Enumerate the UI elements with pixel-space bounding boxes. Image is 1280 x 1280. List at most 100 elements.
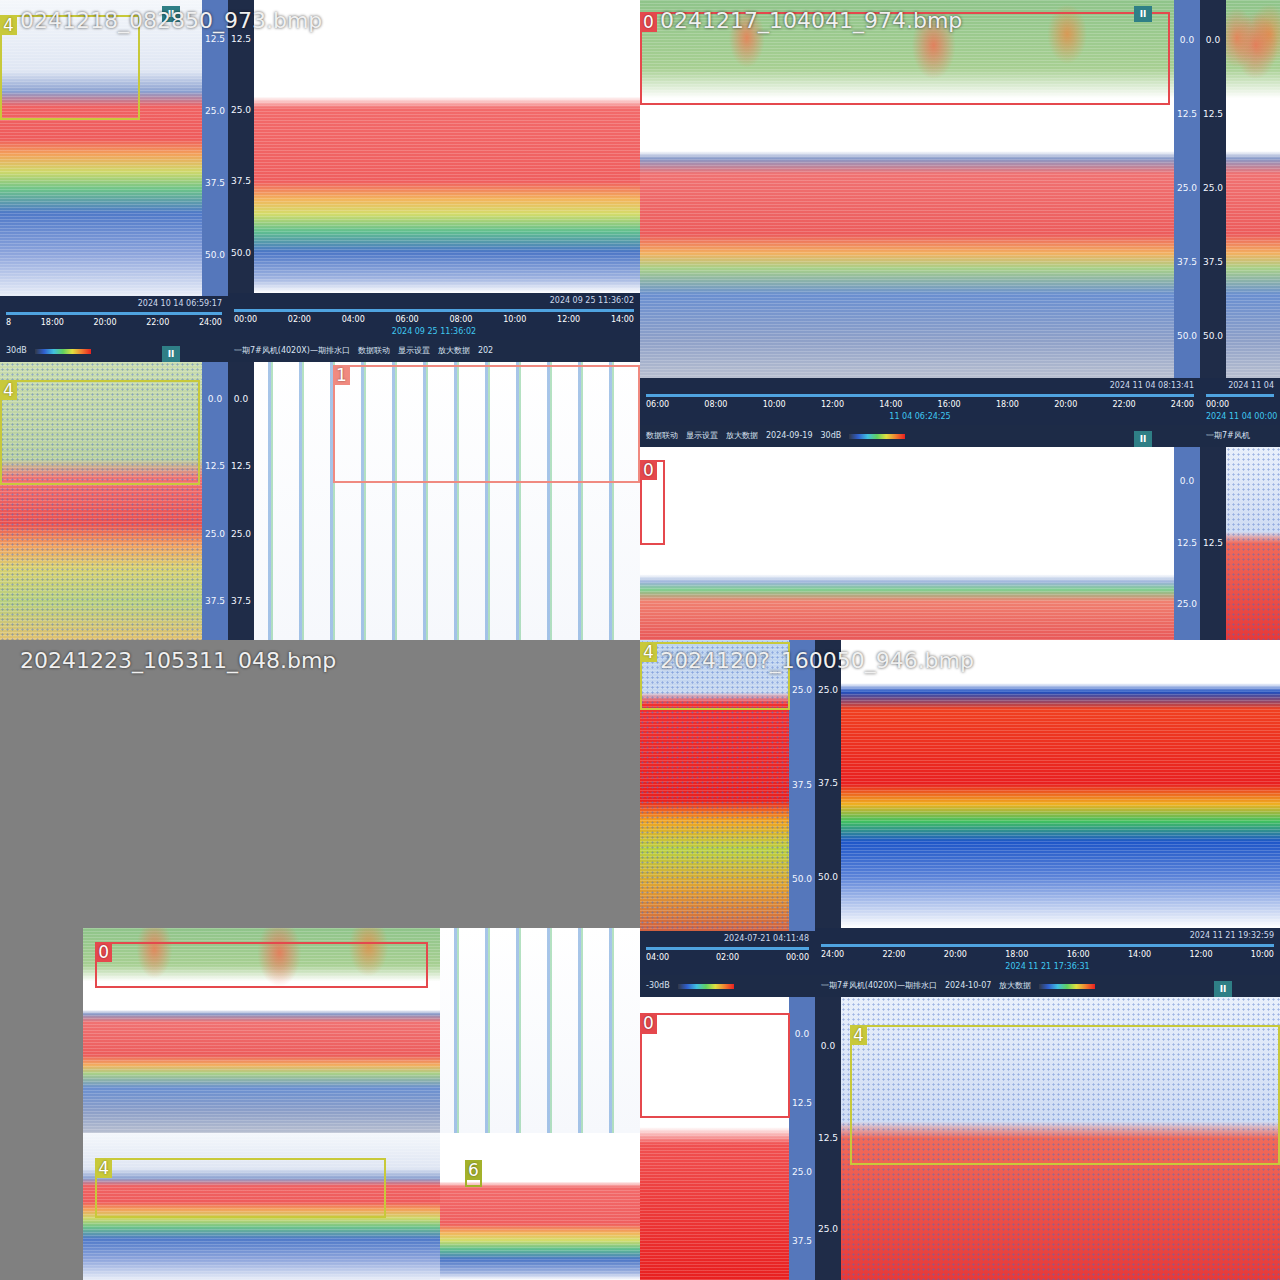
axis-tick: 37.5 bbox=[205, 179, 225, 189]
axis-tick: 25.0 bbox=[205, 530, 225, 540]
echogram-tile: 0.012.525.037.550.02024 11 0400:002024 1… bbox=[1200, 0, 1280, 425]
echogram-tile: 6 bbox=[440, 1133, 640, 1280]
toolbar-item[interactable]: 30dB bbox=[821, 431, 842, 441]
toolbar: 30dB bbox=[0, 340, 228, 362]
axis-tick: 0.0 bbox=[1206, 36, 1220, 46]
echogram bbox=[0, 362, 202, 640]
echogram-body: 0.012.525.0 bbox=[815, 997, 1280, 1280]
bounding-box: 4 bbox=[850, 1025, 1280, 1165]
depth-axis: 0.012.525.037.5 bbox=[202, 362, 228, 640]
pause-badge[interactable]: II bbox=[1214, 981, 1232, 997]
bounding-box: 0 bbox=[95, 942, 428, 988]
echogram bbox=[1226, 447, 1280, 640]
class-label: 4 bbox=[850, 1025, 867, 1045]
class-label: 4 bbox=[640, 642, 657, 662]
toolbar-item[interactable]: 显示设置 bbox=[398, 346, 430, 356]
axis-tick: 12.5 bbox=[205, 462, 225, 472]
echogram bbox=[83, 1133, 440, 1280]
toolbar: -30dB bbox=[640, 975, 815, 997]
time-ticks: 04:0002:0000:00 bbox=[646, 953, 809, 963]
toolbar-item[interactable]: 30dB bbox=[6, 346, 27, 356]
timeline-date: 2024-07-21 04:11:48 bbox=[646, 934, 809, 944]
axis-tick: 12.5 bbox=[231, 35, 251, 45]
timeline-track[interactable] bbox=[6, 312, 222, 315]
axis-tick: 0.0 bbox=[1180, 36, 1194, 46]
axis-tick: 0.0 bbox=[795, 1030, 809, 1040]
pause-badge[interactable]: II bbox=[162, 346, 180, 362]
timeline-cursor: 2024 11 21 17:36:31 bbox=[821, 962, 1274, 972]
toolbar-item[interactable]: 一期7#风机(4020X)—期排水口 bbox=[234, 346, 350, 356]
bounding-box: 0 bbox=[640, 12, 1170, 105]
echogram bbox=[83, 928, 440, 1133]
axis-tick: 50.0 bbox=[1203, 332, 1223, 342]
timeline: 2024 11 0400:002024 11 04 00:00 bbox=[1200, 378, 1280, 425]
axis-tick: 37.5 bbox=[231, 177, 251, 187]
toolbar-item[interactable]: 放大数据 bbox=[726, 431, 758, 441]
time-tick: 18:00 bbox=[996, 400, 1019, 410]
toolbar-item[interactable]: 数据联动 bbox=[358, 346, 390, 356]
time-tick: 16:00 bbox=[938, 400, 961, 410]
axis-tick: 25.0 bbox=[231, 530, 251, 540]
echogram bbox=[254, 0, 640, 293]
toolbar-item[interactable]: 数据联动 bbox=[646, 431, 678, 441]
depth-axis: 0.012.525.0 bbox=[1174, 447, 1200, 640]
bounding-box: 4 bbox=[0, 15, 140, 120]
time-tick: 20:00 bbox=[93, 318, 116, 328]
toolbar-item[interactable]: -30dB bbox=[646, 981, 670, 991]
timeline-date: 2024 11 04 08:13:41 bbox=[646, 381, 1194, 391]
axis-tick: 25.0 bbox=[205, 107, 225, 117]
echogram bbox=[640, 447, 1174, 640]
toolbar: 一期7#风机(4020X)—期排水口 2024-10-07 放大数据 bbox=[815, 975, 1280, 997]
mosaic-quadrant: 25.037.550.02024-07-21 04:11:4804:0002:0… bbox=[640, 640, 1280, 1280]
axis-tick: 37.5 bbox=[1177, 258, 1197, 268]
bounding-box: 0 bbox=[640, 1013, 790, 1118]
axis-tick: 12.5 bbox=[818, 1134, 838, 1144]
file-name: 2024120?_160050_946.bmp bbox=[660, 648, 974, 673]
time-tick: 08:00 bbox=[449, 315, 472, 325]
depth-axis: 25.037.550.0 bbox=[789, 640, 815, 931]
timeline: 2024 10 14 06:59:17818:0020:0022:0024:00 bbox=[0, 296, 228, 340]
axis-tick: 50.0 bbox=[205, 251, 225, 261]
timeline-track[interactable] bbox=[234, 309, 634, 312]
axis-tick: 37.5 bbox=[231, 597, 251, 607]
mosaic-quadrant: 12.525.037.550.02024 10 14 06:59:17818:0… bbox=[0, 0, 640, 640]
axis-tick: 25.0 bbox=[818, 686, 838, 696]
time-tick: 14:00 bbox=[879, 400, 902, 410]
class-label: 0 bbox=[640, 1013, 657, 1033]
echogram-tile: 25.037.550.02024 11 21 19:32:5924:0022:0… bbox=[815, 640, 1280, 975]
toolbar-item[interactable]: 202 bbox=[478, 346, 493, 356]
time-tick: 12:00 bbox=[557, 315, 580, 325]
pause-badge[interactable]: II bbox=[1134, 431, 1152, 447]
timeline-track[interactable] bbox=[646, 947, 809, 950]
time-tick: 06:00 bbox=[646, 400, 669, 410]
toolbar-item[interactable]: 一期7#风机 bbox=[1206, 431, 1250, 441]
axis-tick: 12.5 bbox=[231, 462, 251, 472]
time-tick: 22:00 bbox=[146, 318, 169, 328]
axis-tick: 50.0 bbox=[792, 875, 812, 885]
pause-badge[interactable]: II bbox=[162, 6, 180, 22]
timeline-track[interactable] bbox=[646, 394, 1194, 397]
echogram bbox=[640, 640, 789, 931]
axis-tick: 50.0 bbox=[818, 873, 838, 883]
echogram-body: 25.037.550.0 bbox=[815, 640, 1280, 928]
bounding-box: 0 bbox=[640, 460, 665, 545]
toolbar-item[interactable]: 一期7#风机(4020X)—期排水口 bbox=[821, 981, 937, 991]
timeline-track[interactable] bbox=[821, 944, 1274, 947]
toolbar-item[interactable]: 2024-09-19 bbox=[766, 431, 813, 441]
axis-tick: 25.0 bbox=[792, 1168, 812, 1178]
class-label: 4 bbox=[95, 1158, 112, 1178]
time-tick: 22:00 bbox=[882, 950, 905, 960]
axis-tick: 37.5 bbox=[792, 1237, 812, 1247]
time-tick: 00:00 bbox=[234, 315, 257, 325]
depth-axis: 12.525.037.550.0 bbox=[202, 0, 228, 296]
pause-badge[interactable]: II bbox=[1134, 6, 1152, 22]
echogram bbox=[440, 1133, 640, 1280]
timeline-track[interactable] bbox=[1206, 394, 1274, 397]
toolbar-item[interactable]: 放大数据 bbox=[999, 981, 1031, 991]
toolbar-item[interactable]: 2024-10-07 bbox=[945, 981, 992, 991]
mosaic-quadrant: 0.012.525.0 37.5 50.0 2024 11 04 08:13:41 06… bbox=[640, 0, 1280, 640]
toolbar-item[interactable]: 放大数据 bbox=[438, 346, 470, 356]
time-tick: 08:00 bbox=[704, 400, 727, 410]
toolbar-item[interactable]: 显示设置 bbox=[686, 431, 718, 441]
timeline-date: 2024 11 21 19:32:59 bbox=[821, 931, 1274, 941]
